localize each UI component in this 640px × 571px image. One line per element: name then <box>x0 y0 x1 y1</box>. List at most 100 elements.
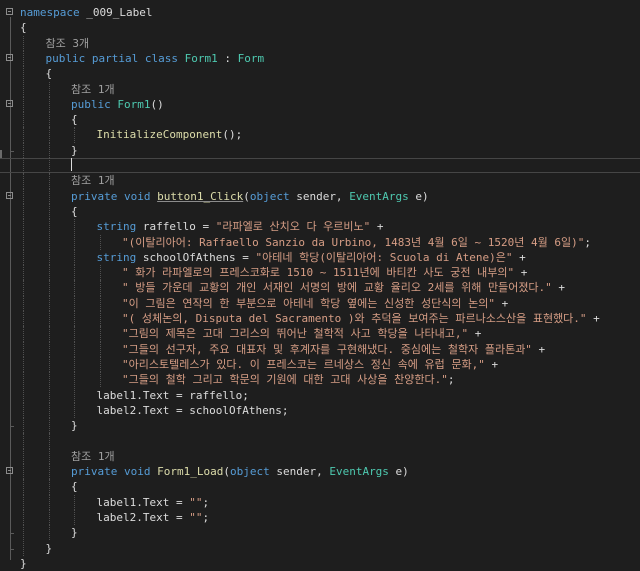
codelens-reference[interactable]: 참조 1개 <box>71 83 115 96</box>
code-line[interactable]: { <box>0 112 640 128</box>
indent-guide <box>74 295 75 311</box>
indent-guide <box>48 81 50 97</box>
indent-guide <box>48 295 50 311</box>
code-line[interactable]: } <box>0 540 640 556</box>
code-line[interactable]: string schoolOfAthens = "아테네 학당(이탈리아어: S… <box>0 249 640 266</box>
indent-guide <box>23 464 24 480</box>
code-token: public <box>71 97 111 111</box>
code-line[interactable] <box>0 158 640 174</box>
code-line[interactable]: { <box>0 203 640 220</box>
code-text: "그들의 철학 그리고 학문의 기원에 대한 고대 사상을 찬양한다."; <box>122 372 454 387</box>
code-text: { <box>46 66 53 81</box>
collapse-icon[interactable] <box>6 191 13 199</box>
code-line[interactable]: 참조 1개 <box>0 81 640 97</box>
code-token: label2.Text = <box>96 510 190 524</box>
code-text: } <box>46 541 53 556</box>
code-text: "이 그림은 연작의 한 부분으로 아테네 학당 옆에는 신성한 성단식의 논의… <box>122 296 508 311</box>
indent-guide <box>23 402 24 419</box>
indent-guide <box>74 326 75 342</box>
collapse-icon[interactable] <box>6 99 13 107</box>
code-line[interactable]: private void button1_Click(object sender… <box>0 188 640 204</box>
code-line[interactable] <box>0 433 640 449</box>
indent-guide <box>74 387 75 403</box>
code-line[interactable]: "(이탈리아어: Raffaello Sanzio da Urbino, 148… <box>0 234 640 250</box>
code-token: schoolOfAthens = <box>136 250 256 264</box>
indent-guide <box>48 341 50 357</box>
collapse-icon[interactable] <box>6 8 13 15</box>
code-text: " 화가 라파엘로의 프레스코화로 1510 ~ 1511년에 바티칸 사도 궁… <box>122 265 527 280</box>
code-token: "" <box>189 495 203 509</box>
code-line[interactable]: "이 그림은 연작의 한 부분으로 아테네 학당 옆에는 신성한 성단식의 논의… <box>0 295 640 311</box>
code-token: + <box>531 342 546 356</box>
codelens-reference[interactable]: 참조 3개 <box>46 37 90 50</box>
code-line[interactable]: { <box>0 479 640 495</box>
code-line[interactable]: { <box>0 66 640 82</box>
code-line[interactable]: } <box>0 142 640 158</box>
code-token: } <box>45 541 53 555</box>
code-token: : <box>217 51 238 65</box>
indent-guide <box>23 540 24 556</box>
code-line[interactable]: public partial class Form1 : Form <box>0 50 640 67</box>
code-token: + <box>494 296 509 310</box>
indent-guide <box>48 326 50 342</box>
code-text: "( 성체논의, Disputa del Sacramento )와 추덕을 보… <box>122 311 600 326</box>
indent-guide <box>48 219 50 235</box>
indent-guide <box>74 265 75 281</box>
indent-guide <box>48 448 50 464</box>
indent-guide <box>99 311 101 327</box>
code-line[interactable]: "그림의 제목은 고대 그리스의 뛰어난 철학적 사고 학당을 나타내고," + <box>0 326 640 342</box>
indent-guide <box>74 280 75 296</box>
code-text: } <box>71 525 78 540</box>
code-text: { <box>71 204 78 219</box>
indent-guide <box>48 402 50 419</box>
code-text: { <box>20 20 27 35</box>
code-line[interactable]: 참조 1개 <box>0 173 640 189</box>
code-line[interactable]: } <box>0 418 640 434</box>
code-token: namespace <box>20 6 80 19</box>
indent-guide <box>99 280 101 296</box>
code-token: } <box>71 526 78 540</box>
collapse-icon[interactable] <box>6 53 13 61</box>
indent-guide <box>23 112 24 128</box>
collapse-icon[interactable] <box>6 467 13 474</box>
code-token: e) <box>408 189 429 203</box>
code-line[interactable]: } <box>0 525 640 541</box>
code-line[interactable]: private void Form1_Load(object sender, E… <box>0 464 640 480</box>
indent-guide <box>74 127 75 143</box>
code-line[interactable]: "아리스토텔레스가 있다. 이 프레스코는 르네상스 정신 속에 유럽 문화,"… <box>0 356 640 373</box>
code-token: + <box>484 357 499 371</box>
code-token: object <box>229 465 270 478</box>
code-line[interactable]: 참조 1개 <box>0 448 640 464</box>
code-line[interactable]: label2.Text = ""; <box>0 509 640 526</box>
code-line[interactable]: public Form1() <box>0 96 640 113</box>
indent-guide <box>23 203 24 220</box>
code-token: " 방들 가운데 교황의 개인 서재인 서명의 방에 교황 율리오 2세를 위해… <box>122 281 552 295</box>
code-token: label2.Text = schoolOfAthens; <box>96 403 289 417</box>
code-editor[interactable]: namespace _009_Label{참조 3개 public partial… <box>0 0 640 570</box>
code-line[interactable]: "그들의 철학 그리고 학문의 기원에 대한 고대 사상을 찬양한다."; <box>0 372 640 388</box>
code-token: label1.Text = raffello; <box>96 388 249 402</box>
codelens-reference[interactable]: 참조 1개 <box>71 174 115 187</box>
code-line[interactable]: { <box>0 20 640 35</box>
code-line[interactable]: InitializeComponent(); <box>0 127 640 143</box>
code-line[interactable]: " 화가 라파엘로의 프레스코화로 1510 ~ 1511년에 바티칸 사도 궁… <box>0 265 640 281</box>
indent-guide <box>23 158 24 174</box>
code-line[interactable]: label2.Text = schoolOfAthens; <box>0 402 640 419</box>
outline-rail-tick <box>10 533 14 535</box>
code-line[interactable]: "그들의 선구자, 주요 대표자 및 후계자를 구현해냈다. 중심에는 철학자 … <box>0 341 640 357</box>
code-token: () <box>150 97 164 111</box>
codelens-reference[interactable]: 참조 1개 <box>71 450 115 463</box>
outline-rail-tick <box>10 548 14 550</box>
code-line[interactable]: namespace _009_Label <box>0 5 640 20</box>
code-line[interactable]: } <box>0 556 640 571</box>
code-line[interactable]: label1.Text = raffello; <box>0 387 640 403</box>
code-text: label2.Text = schoolOfAthens; <box>97 403 289 418</box>
code-token: string <box>96 250 137 264</box>
code-line[interactable]: string raffello = "라파엘로 산치오 다 우르비노" + <box>0 219 640 235</box>
code-line[interactable]: label1.Text = ""; <box>0 494 640 510</box>
code-token: + <box>551 281 566 295</box>
code-token: + <box>514 266 528 280</box>
code-line[interactable]: 참조 3개 <box>0 35 640 51</box>
code-line[interactable]: " 방들 가운데 교황의 개인 서재인 서명의 방에 교황 율리오 2세를 위해… <box>0 280 640 296</box>
code-line[interactable]: "( 성체논의, Disputa del Sacramento )와 추덕을 보… <box>0 311 640 327</box>
